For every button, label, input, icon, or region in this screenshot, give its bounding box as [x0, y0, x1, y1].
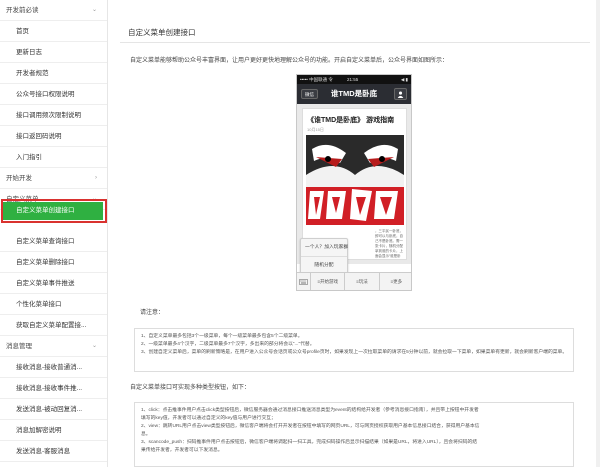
chevron-down-icon: ⌄	[91, 343, 97, 349]
menu-more[interactable]: ≡更多	[380, 273, 411, 290]
page-title: 自定义菜单创建接口	[128, 28, 196, 37]
note-line: 2、一级菜单最多4个汉字，二级菜单最多7个汉字，多出来的部分将会以“...”代替…	[141, 342, 315, 347]
sidebar-item[interactable]: 公众号接口权限说明	[0, 84, 107, 105]
sidebar-item-active[interactable]: 自定义菜单创建接口	[3, 202, 103, 220]
sidebar-item-label: 个性化菜单接口	[16, 301, 62, 308]
sidebar-item-label: 入门指引	[16, 154, 42, 161]
phone-nav-bar: 微信 谁TMD是卧底	[297, 84, 411, 104]
sidebar-item-label: 接口调用频次限制说明	[16, 112, 81, 119]
types-label: 自定义菜单接口可实现多种类型按钮，如下：	[130, 385, 251, 391]
sidebar-item-label: 接收消息-接收普通消...	[16, 364, 83, 371]
phone-body: 《谁TMD是卧底》 游戏指南 10月15日 ，三平民一卧底，即可以与卧底，自己不…	[297, 104, 411, 290]
sidebar-item-label: 接收消息-接收事件推...	[16, 385, 83, 392]
note-line: 3、创建自定义菜单后，菜单的刷新策略是，在用户进入公众号会话页或公众号profi…	[141, 350, 567, 355]
sidebar-item[interactable]: 更新日志	[0, 42, 107, 63]
sidebar-item-label: 首页	[16, 28, 29, 35]
user-icon[interactable]	[394, 88, 407, 100]
sidebar-item-label: 自定义菜单删除接口	[16, 259, 75, 266]
chevron-right-icon: ›	[95, 175, 97, 181]
sidebar-item[interactable]: 首页	[0, 21, 107, 42]
sidebar-item-label: 更新日志	[16, 49, 42, 56]
type-line: 1、click：点击推事件用户点击click类型按钮后，微信服务器会通过消息接口…	[141, 408, 479, 413]
chevron-down-icon: ⌄	[91, 7, 97, 13]
article-snippet: ，三平民一卧底，即可以与卧底，自己不是卧底。需一张卡片，随机分配拿到谁的卡片，上…	[375, 229, 403, 258]
main-content: 自定义菜单创建接口 自定义菜单能够帮助公众号丰富界面，让用户更好更快地理解公众号…	[108, 0, 600, 467]
sidebar-item[interactable]: 发送消息-被动回复消...	[0, 399, 107, 420]
sidebar-item-label: 消息加解密说明	[16, 427, 62, 434]
sidebar-item[interactable]: 个性化菜单接口	[0, 294, 107, 315]
sidebar-item-label: 自定义菜单查询接口	[16, 238, 75, 245]
status-time: 21:55	[347, 77, 359, 82]
sidebar-item[interactable]: 自定义菜单事件推送	[0, 273, 107, 294]
sidebar-item[interactable]: 接口调用频次限制说明	[0, 105, 107, 126]
sidebar-item[interactable]: 自定义菜单删除接口	[0, 252, 107, 273]
sidebar-item-label: 公众号接口权限说明	[16, 91, 75, 98]
sidebar-item[interactable]: 获取自定义菜单配置接...	[0, 315, 107, 336]
notes-label: 请注意：	[140, 310, 165, 316]
sidebar-item-label: 开发者规范	[16, 70, 49, 77]
intro-text: 自定义菜单能够帮助公众号丰富界面，让用户更好更快地理解公众号的功能。开启自定义菜…	[130, 58, 449, 64]
status-battery: ◀ ▮	[400, 77, 408, 82]
sidebar-item-label: 接口返回码说明	[16, 133, 62, 140]
keyboard-icon[interactable]	[297, 273, 311, 290]
notes-box: 1、自定义菜单最多包括3个一级菜单，每个一级菜单最多包含5个二级菜单。 2、一级…	[134, 328, 574, 372]
phone-screenshot: ••••• 中国联通 令 21:55 ◀ ▮ 微信 谁TMD是卧底 《谁TMD是…	[296, 74, 412, 291]
article-title: 《谁TMD是卧底》 游戏指南	[307, 117, 395, 124]
sidebar-item[interactable]: 自定义菜单查询接口	[0, 231, 107, 252]
sidebar-item[interactable]: 接口返回码说明	[0, 126, 107, 147]
sidebar-item[interactable]: 消息加解密说明	[0, 420, 107, 441]
sidebar-item-label: 发送消息-被动回复消...	[16, 406, 83, 413]
sidebar-item[interactable]: 开发者规范	[0, 63, 107, 84]
sidebar-item[interactable]: 入门指引	[0, 147, 107, 168]
article-image	[306, 135, 404, 225]
sidebar-item-label: 开始开发	[6, 175, 32, 182]
note-line: 1、自定义菜单最多包括3个一级菜单，每个一级菜单最多包含5个二级菜单。	[141, 334, 303, 339]
sidebar-item[interactable]: 发送消息-群发接口和...	[0, 462, 107, 467]
phone-status-bar: ••••• 中国联通 令 21:55 ◀ ▮	[297, 75, 411, 84]
sidebar-item[interactable]: 发送消息-客服消息	[0, 441, 107, 462]
type-line: 息。	[141, 432, 151, 437]
type-line: 3、scancode_push：扫码推事件用户点击按钮后，微信客户端将调起扫一扫…	[141, 440, 478, 445]
article-date: 10月15日	[307, 127, 324, 132]
menu-rules[interactable]: ≡玩法	[345, 273, 380, 290]
sidebar-group[interactable]: 开发前必读 ⌄	[0, 0, 107, 21]
menu-start-game[interactable]: ≡开始游戏	[311, 273, 346, 290]
sidebar-item-label: 开发前必读	[6, 7, 39, 14]
status-carrier: ••••• 中国联通 令	[300, 77, 333, 82]
sidebar-group[interactable]: 开始开发 ›	[0, 168, 107, 189]
sidebar-item-label: 自定义菜单事件推送	[16, 280, 75, 287]
sidebar: 开发前必读 ⌄ 首页更新日志开发者规范公众号接口权限说明 接口调用频次限制说明 接口返回…	[0, 0, 108, 467]
sidebar-item[interactable]: 接收消息-接收事件推...	[0, 378, 107, 399]
title-divider	[120, 42, 590, 43]
custom-menu-bar: ≡开始游戏 ≡玩法 ≡更多	[297, 272, 411, 290]
scrollbar[interactable]	[596, 0, 600, 467]
sidebar-item-label: 消息管理	[6, 343, 32, 350]
sidebar-item-label: 发送消息-客服消息	[16, 448, 71, 455]
type-line: 填写的key值，开发者可以通过自定义的key值与用户进行交互；	[141, 416, 276, 421]
type-line: 2、view：跳转URL用户点击view类型按钮后，微信客户端将会打开开发者在按…	[141, 424, 480, 429]
sidebar-item[interactable]: 接收消息-接收普通消...	[0, 357, 107, 378]
types-box: 1、click：点击推事件用户点击click类型按钮后，微信服务器会通过消息接口…	[134, 402, 574, 467]
type-line: 果传给开发者，开发者可以下发消息。	[141, 448, 223, 453]
sidebar-group[interactable]: 消息管理 ⌄	[0, 336, 107, 357]
sidebar-item-label: 获取自定义菜单配置接...	[16, 322, 87, 329]
submenu-item-join-group[interactable]: 一个人？加入玩家群	[301, 239, 348, 257]
